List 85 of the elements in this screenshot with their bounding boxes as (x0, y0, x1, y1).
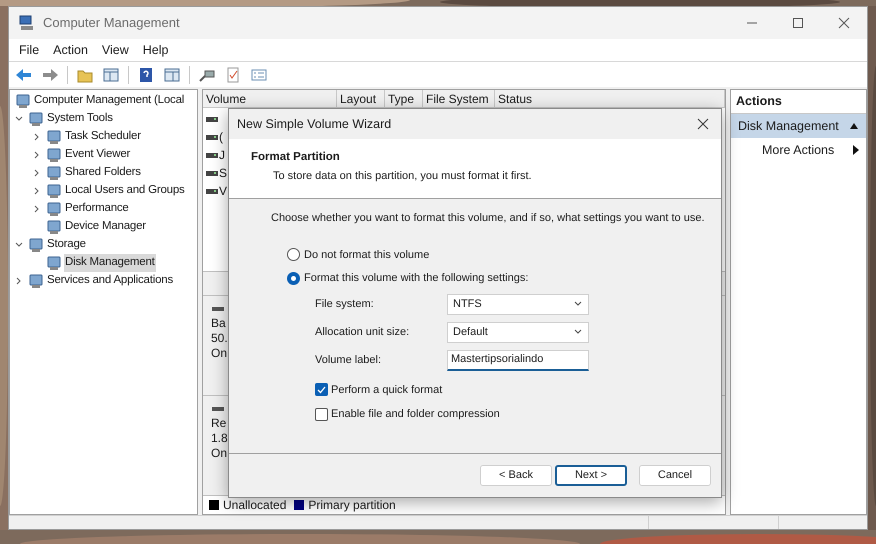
drive-icon (211, 306, 225, 312)
window-title: Computer Management (43, 14, 180, 32)
tree-item[interactable]: Performance (64, 200, 130, 218)
tree-item[interactable]: Device Manager (64, 218, 147, 236)
disk-info: 50. (211, 331, 228, 346)
section-title: Disk Management (738, 118, 839, 135)
column-header[interactable]: Layout (337, 90, 385, 107)
wizard-heading: Format Partition (251, 150, 341, 165)
program-icon (46, 201, 62, 217)
action-link[interactable]: More Actions (762, 140, 834, 160)
column-header[interactable]: Status (495, 90, 725, 107)
submenu-arrow-icon (853, 145, 859, 155)
tree-item[interactable]: Event Viewer (64, 146, 132, 164)
program-icon (15, 93, 31, 109)
computer-icon (19, 15, 35, 31)
disk-info: Ba (211, 316, 226, 331)
legend-label: Unallocated (223, 497, 286, 514)
wizard-subheading: To store data on this partition, you must format it first. (272, 169, 533, 184)
tree-item[interactable]: Local Users and Groups (64, 182, 186, 200)
pane-icon (102, 66, 120, 84)
close-icon (697, 118, 709, 130)
checkbox[interactable] (315, 408, 328, 421)
dialog-button[interactable]: Next > (555, 465, 627, 486)
dropdown-field[interactable]: Default (447, 322, 589, 342)
checkmark-icon (317, 385, 326, 394)
drive-icon (206, 186, 218, 196)
program-icon (28, 111, 44, 127)
dialog-title: New Simple Volume Wizard (237, 116, 392, 133)
checkbox-label: Perform a quick format (331, 382, 442, 398)
option-label: Format this volume with the following settings: (304, 271, 528, 286)
disk-info: 1.8 (211, 431, 228, 446)
program-icon (46, 255, 62, 271)
option-label: Do not format this volume (304, 248, 430, 262)
program-icon (46, 165, 62, 181)
drive-icon (206, 132, 218, 142)
tree-item[interactable]: Task Scheduler (64, 128, 142, 146)
table-cell-text: ( (219, 129, 223, 146)
dialog-button[interactable]: Cancel (639, 465, 711, 486)
disk-info: On (211, 346, 228, 361)
pane-icon (163, 66, 181, 84)
drive-icon (206, 114, 218, 124)
menu-item[interactable]: Help (136, 40, 174, 60)
program-icon (46, 147, 62, 163)
program-icon (28, 237, 44, 253)
column-header[interactable]: Volume (203, 90, 337, 107)
field-label: File system: (315, 296, 375, 312)
tree-item[interactable]: System Tools (46, 110, 114, 128)
disk-info: On (211, 446, 228, 461)
field-label: Allocation unit size: (315, 324, 410, 340)
program-icon (46, 129, 62, 145)
menu-item[interactable]: Action (47, 40, 94, 60)
drive-icon (206, 168, 218, 178)
tree-item[interactable]: Disk Management (64, 254, 156, 272)
column-header[interactable]: Type (385, 90, 423, 107)
tree-item[interactable]: Computer Management (Local (33, 92, 186, 110)
table-cell-text: S (219, 165, 228, 182)
program-icon (46, 219, 62, 235)
tree-item[interactable]: Storage (46, 236, 87, 254)
dropdown-field[interactable]: NTFS (447, 294, 589, 314)
disk-info: Re (211, 416, 226, 431)
drive-icon (211, 406, 225, 412)
maximize-icon (792, 17, 804, 29)
collapse-triangle-icon (849, 122, 859, 130)
dialog-button[interactable]: < Back (480, 465, 552, 486)
program-icon (28, 273, 44, 289)
action-section[interactable]: Disk Management (731, 114, 866, 138)
checkbox[interactable] (315, 383, 328, 396)
menu-item[interactable]: File (13, 40, 46, 60)
input-field[interactable]: Mastertipsorialindo (447, 350, 589, 370)
field-label: Volume label: (315, 352, 382, 368)
instruction-text: Choose whether you want to format this volume, and if so, what settings you want to use. (271, 211, 706, 226)
menu-item[interactable]: View (96, 40, 135, 60)
tree-item[interactable]: Services and Applications (46, 272, 174, 290)
radio-button[interactable] (287, 248, 300, 262)
column-header[interactable]: File System (423, 90, 495, 107)
close-icon (838, 17, 850, 29)
table-cell-text: J (219, 147, 225, 164)
radio-button[interactable] (287, 272, 300, 285)
tree-item[interactable]: Shared Folders (64, 164, 142, 182)
table-cell-text: V (219, 183, 228, 200)
help-icon (137, 66, 155, 84)
checkbox-label: Enable file and folder compression (331, 407, 500, 422)
program-icon (46, 183, 62, 199)
drive-icon (206, 150, 218, 160)
legend-label: Primary partition (308, 497, 396, 514)
